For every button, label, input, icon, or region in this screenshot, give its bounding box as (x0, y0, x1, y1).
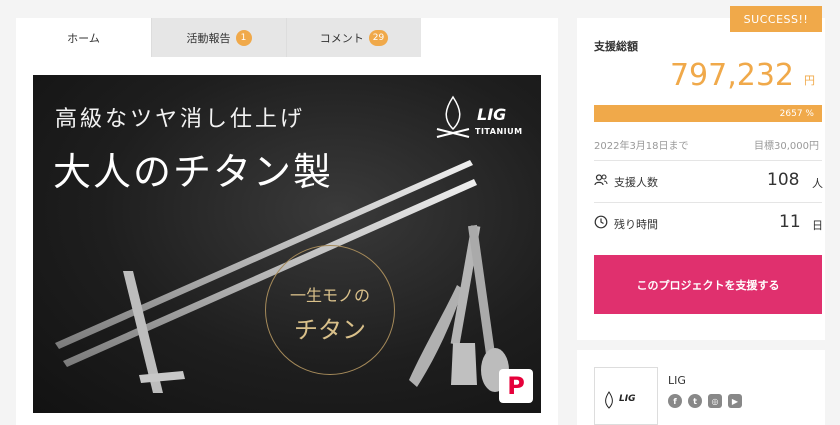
emblem-line1: 一生モノの (289, 286, 370, 305)
currency-unit: 円 (804, 74, 815, 87)
project-main-card: ホーム 活動報告 1 コメント 29 高級なツヤ消し仕上げ 大人のチタン製 一生… (16, 18, 558, 425)
tab-home[interactable]: ホーム (16, 18, 151, 57)
owner-logo-text: LIG (619, 394, 636, 404)
owner-logo[interactable]: LIG (594, 367, 658, 425)
flame-icon (436, 95, 470, 138)
supporters-label: 支援人数 (614, 176, 658, 189)
tab-activity-report[interactable]: 活動報告 1 (151, 18, 286, 57)
tab-home-label: ホーム (67, 31, 100, 45)
flame-icon (605, 391, 613, 409)
twitter-icon[interactable]: t (688, 394, 702, 408)
owner-name[interactable]: LIG (668, 374, 686, 387)
hero-brand-text: LIG (477, 105, 507, 124)
total-funding-amount: 797,232 (669, 58, 794, 93)
instagram-icon[interactable]: ◎ (708, 394, 722, 408)
success-status-badge: SUCCESS!! (730, 6, 822, 32)
funding-progress-bar: 2657 % (594, 105, 822, 122)
paypay-mark: P (507, 372, 525, 400)
time-left-value: 11 (779, 212, 801, 232)
hero-headline-finish: 高級なツヤ消し仕上げ (55, 107, 306, 132)
project-tabs: ホーム 活動報告 1 コメント 29 (16, 18, 422, 57)
youtube-icon[interactable]: ▶ (728, 394, 742, 408)
hero-brand-sub: TITANIUM (475, 127, 523, 136)
facebook-icon[interactable]: f (668, 394, 682, 408)
divider (594, 160, 822, 161)
project-hero-image: 高級なツヤ消し仕上げ 大人のチタン製 一生モノの チタン LIG TITANIU… (33, 75, 541, 413)
tab-comments[interactable]: コメント 29 (286, 18, 421, 57)
tab-comments-label: コメント (319, 31, 364, 45)
lifetime-titanium-emblem: 一生モノの チタン (265, 245, 395, 375)
supporters-icon (594, 174, 608, 186)
time-left-unit: 日 (812, 219, 823, 232)
support-project-button[interactable]: このプロジェクトを支援する (594, 255, 822, 314)
funding-progress-fill: 2657 % (594, 105, 822, 122)
time-left-label: 残り時間 (614, 218, 658, 231)
deadline-text: 2022年3月18日まで (594, 141, 689, 152)
supporters-unit: 人 (812, 177, 823, 190)
supporters-count: 108 (767, 170, 800, 190)
lig-titanium-logo: LIG TITANIUM (433, 93, 523, 145)
owner-social-links: f t ◎ ▶ (668, 394, 742, 408)
clock-icon (594, 215, 608, 229)
emblem-line2: チタン (294, 316, 366, 344)
total-funding-label: 支援総額 (594, 40, 638, 53)
hero-headline-titanium: 大人のチタン製 (53, 150, 334, 194)
tab-activity-label: 活動報告 (186, 31, 231, 45)
divider (594, 202, 822, 203)
paypay-icon: P (499, 369, 533, 403)
funding-percent: 2657 % (779, 108, 814, 119)
goal-amount: 目標30,000円 (754, 141, 819, 152)
comment-count-badge: 29 (368, 29, 389, 46)
activity-count-badge: 1 (235, 29, 252, 46)
